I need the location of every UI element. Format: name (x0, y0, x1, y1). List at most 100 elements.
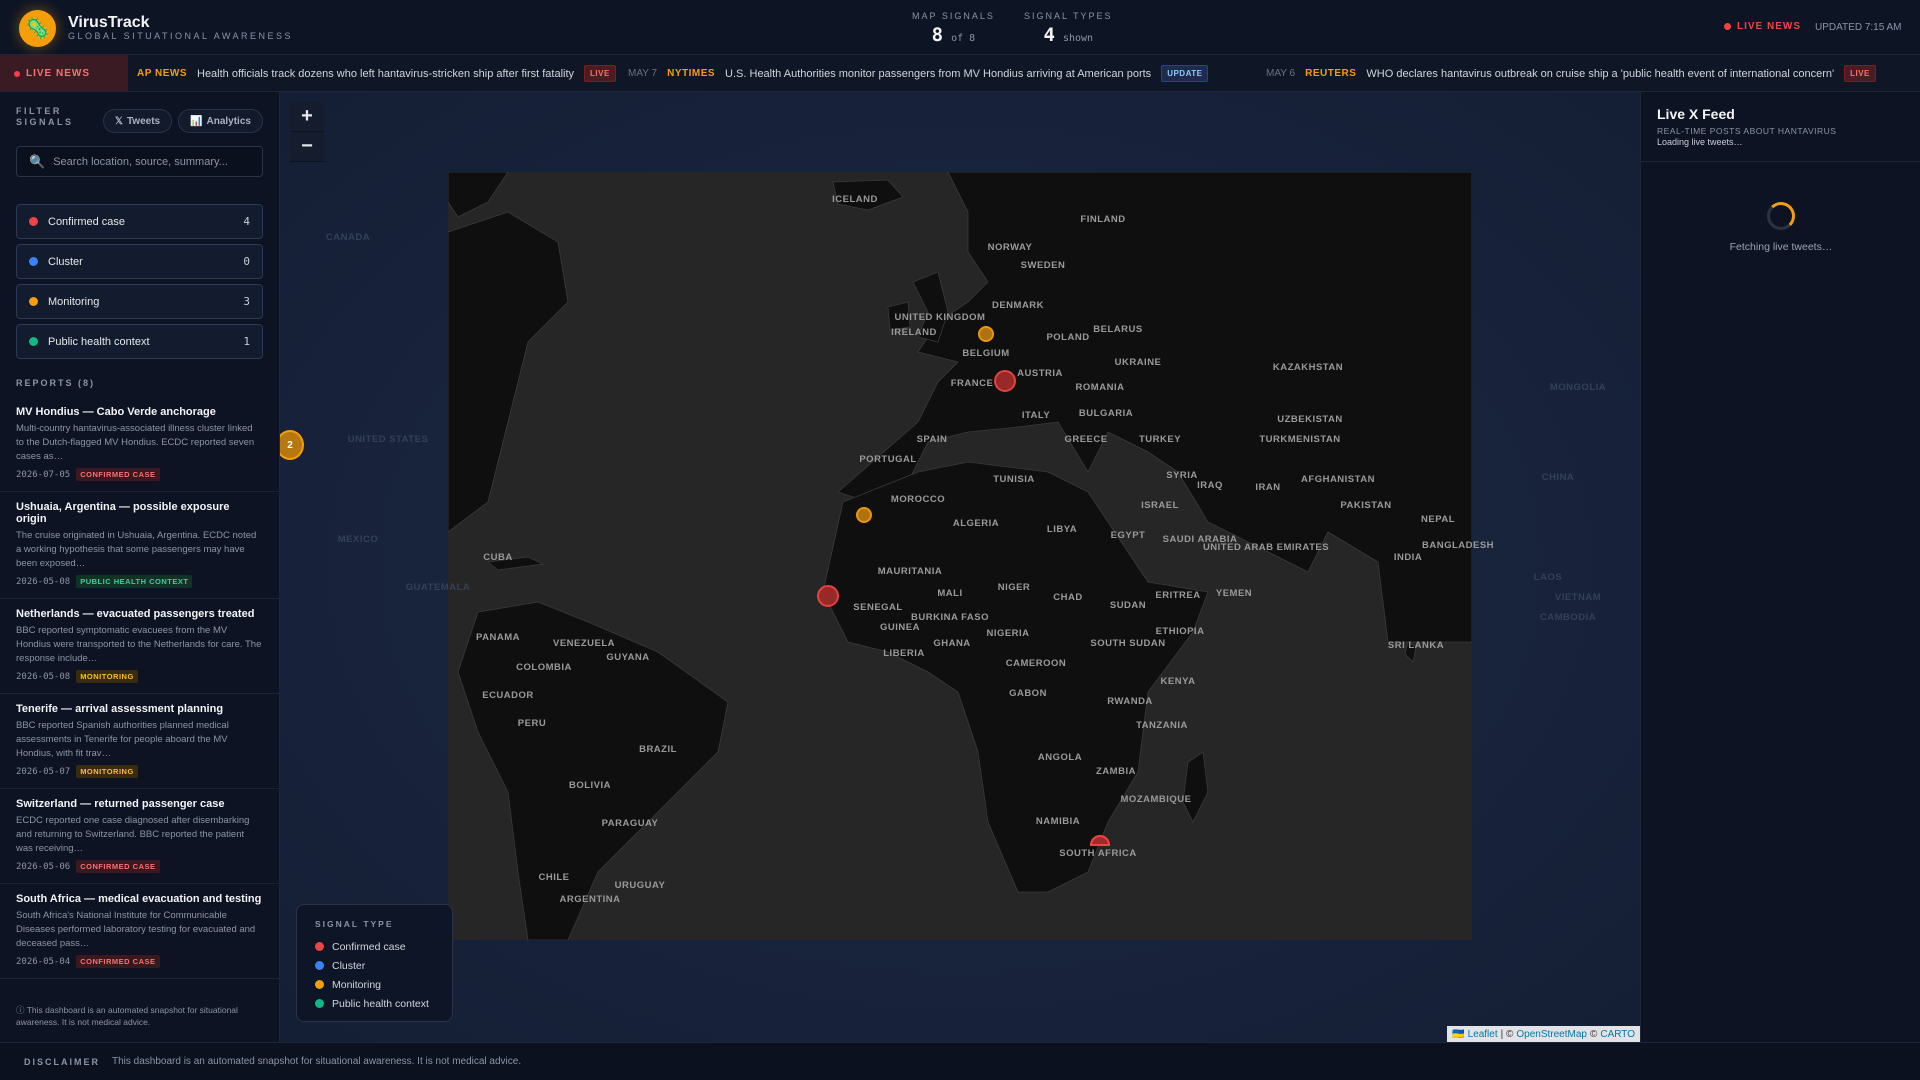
legend-item: Public health context (315, 994, 434, 1013)
report-date: 2026-05-04 (16, 956, 71, 967)
filter-title: FILTER SIGNALS (16, 106, 74, 127)
ticker-source: NYTIMES (667, 68, 716, 79)
filter-label: Public health context (48, 335, 150, 348)
zoom-in-button[interactable]: + (290, 102, 324, 132)
report-item[interactable]: Netherlands — evacuated passengers treat… (0, 599, 279, 694)
report-item[interactable]: Switzerland — returned passenger case EC… (0, 789, 279, 884)
report-title: Tenerife — arrival assessment planning (16, 703, 224, 715)
legend-label: Public health context (332, 997, 429, 1010)
legend-label: Cluster (332, 959, 366, 972)
signal-marker-confirmed (817, 585, 839, 607)
feed-header: Live X Feed REAL-TIME POSTS ABOUT HANTAV… (1641, 92, 1920, 162)
map-signals-stat: MAP SIGNALS 8 of 8 (912, 11, 995, 46)
ticker-date: MAY 7 (628, 68, 658, 79)
ticker-tag: LIVE (1844, 65, 1876, 82)
filter-public-health-context[interactable]: Public health context 1 (16, 324, 263, 359)
sidebar-disclaimer: ⓘ This dashboard is an automated snapsho… (16, 1005, 238, 1027)
ticker-source: AP NEWS (137, 68, 187, 79)
ticker-headline: WHO declares hantavirus outbreak on crui… (1366, 67, 1835, 80)
live-news-indicator: LIVE NEWS (1724, 21, 1801, 32)
report-summary: BBC reported Spanish authorities planned… (16, 720, 229, 759)
map-signals-label: MAP SIGNALS (912, 11, 995, 21)
report-item[interactable]: Ushuaia, Argentina — possible exposure o… (0, 492, 279, 599)
filter-cluster[interactable]: Cluster 0 (16, 244, 263, 279)
context-dot-icon (29, 337, 38, 346)
ticker-item[interactable]: MAY 6 REUTERS WHO declares hantavirus ou… (1266, 55, 1876, 91)
map-signals-value: 8 (931, 24, 944, 46)
signal-markers (817, 326, 1111, 846)
live-dot-icon (14, 70, 20, 77)
x-logo-icon: 𝕏 (114, 115, 123, 127)
report-item[interactable]: South Africa — medical evacuation and te… (0, 884, 279, 979)
filter-label: Monitoring (48, 295, 100, 308)
status-badge: PUBLIC HEALTH CONTEXT (76, 575, 193, 588)
report-item[interactable]: MV Hondius — Cabo Verde anchorage Multi-… (0, 397, 279, 492)
filter-monitoring[interactable]: Monitoring 3 (16, 284, 263, 319)
legend-item: Monitoring (315, 975, 434, 994)
filter-count: 3 (243, 295, 250, 308)
status-badge: MONITORING (76, 765, 138, 778)
status-badge: CONFIRMED CASE (76, 860, 160, 873)
loading-spinner-icon (1767, 202, 1795, 230)
signal-marker-confirmed (994, 370, 1016, 392)
report-summary: South Africa's National Institute for Co… (16, 910, 256, 949)
search-input[interactable] (53, 155, 254, 168)
map-signals-suffix: of 8 (951, 33, 976, 44)
signal-types-label: SIGNAL TYPES (1024, 11, 1113, 21)
filter-label: Cluster (48, 255, 83, 268)
filter-confirmed-case[interactable]: Confirmed case 4 (16, 204, 263, 239)
map-view[interactable]: ICELAND FINLAND NORWAY SWEDEN UNITED KINGDOM… (280, 92, 1640, 1042)
cluster-dot-icon (29, 257, 38, 266)
report-date: 2026-05-06 (16, 861, 71, 872)
carto-link[interactable]: CARTO (1600, 1029, 1635, 1040)
ticker-item[interactable]: MAY 7 NYTIMES U.S. Health Authorities mo… (628, 55, 1209, 91)
osm-link[interactable]: OpenStreetMap (1516, 1029, 1587, 1040)
confirmed-dot-icon (315, 942, 324, 951)
analytics-button[interactable]: 📊 Analytics (178, 109, 263, 133)
map-legend: SIGNAL TYPE Confirmed case Cluster Monit… (296, 904, 453, 1022)
search-icon: 🔍 (29, 153, 46, 169)
cluster-dot-icon (315, 961, 324, 970)
reports-title: REPORTS (8) (16, 378, 96, 388)
leaflet-link[interactable]: Leaflet (1468, 1029, 1498, 1040)
status-badge: CONFIRMED CASE (76, 468, 160, 481)
ticker-tag: LIVE (584, 65, 616, 82)
tweets-button-label: Tweets (126, 115, 161, 127)
virus-icon: 🦠 (19, 10, 56, 47)
ticker-source: REUTERS (1305, 68, 1357, 79)
report-summary: BBC reported symptomatic evacuees from t… (16, 625, 262, 664)
news-ticker: AP NEWS Health officials track dozens wh… (0, 55, 1920, 92)
monitoring-dot-icon (315, 980, 324, 989)
report-title: Netherlands — evacuated passengers treat… (16, 608, 255, 620)
cluster-count: 2 (287, 439, 293, 451)
filter-count: 0 (243, 255, 250, 268)
context-dot-icon (315, 999, 324, 1008)
attribution-sep: © (1589, 1028, 1598, 1040)
search-box: 🔍 (16, 146, 263, 177)
signal-marker-monitoring (856, 507, 872, 523)
report-item[interactable]: Tenerife — arrival assessment planning B… (0, 694, 279, 789)
ticker-tag: UPDATE (1161, 65, 1209, 82)
signal-types-suffix: shown (1062, 33, 1094, 44)
status-badge: CONFIRMED CASE (76, 955, 160, 968)
signal-types-stat: SIGNAL TYPES 4 shown (1024, 11, 1113, 46)
map-attribution: 🇺🇦 Leaflet | © OpenStreetMap © CARTO (1447, 1026, 1640, 1042)
fetching-text: Fetching live tweets… (1729, 241, 1833, 253)
legend-title: SIGNAL TYPE (315, 919, 394, 929)
report-title: Switzerland — returned passenger case (16, 798, 225, 810)
legend-label: Confirmed case (332, 940, 406, 953)
ticker-item[interactable]: AP NEWS Health officials track dozens wh… (137, 55, 616, 91)
top-bar: 🦠 VirusTrack GLOBAL SITUATIONAL AWARENES… (0, 0, 1920, 55)
filter-count: 4 (243, 215, 250, 228)
monitoring-dot-icon (29, 297, 38, 306)
legend-label: Monitoring (332, 978, 382, 991)
tweets-button[interactable]: 𝕏 Tweets (103, 109, 172, 133)
report-summary: Multi-country hantavirus-associated illn… (16, 423, 255, 462)
live-feed-panel: Live X Feed REAL-TIME POSTS ABOUT HANTAV… (1640, 92, 1920, 1042)
feed-title: Live X Feed (1657, 106, 1735, 122)
zoom-out-button[interactable]: − (290, 132, 324, 162)
zoom-control: + − (290, 102, 324, 162)
report-summary: The cruise originated in Ushuaia, Argent… (16, 530, 257, 569)
legend-item: Confirmed case (315, 937, 434, 956)
filter-label: Confirmed case (48, 215, 126, 228)
